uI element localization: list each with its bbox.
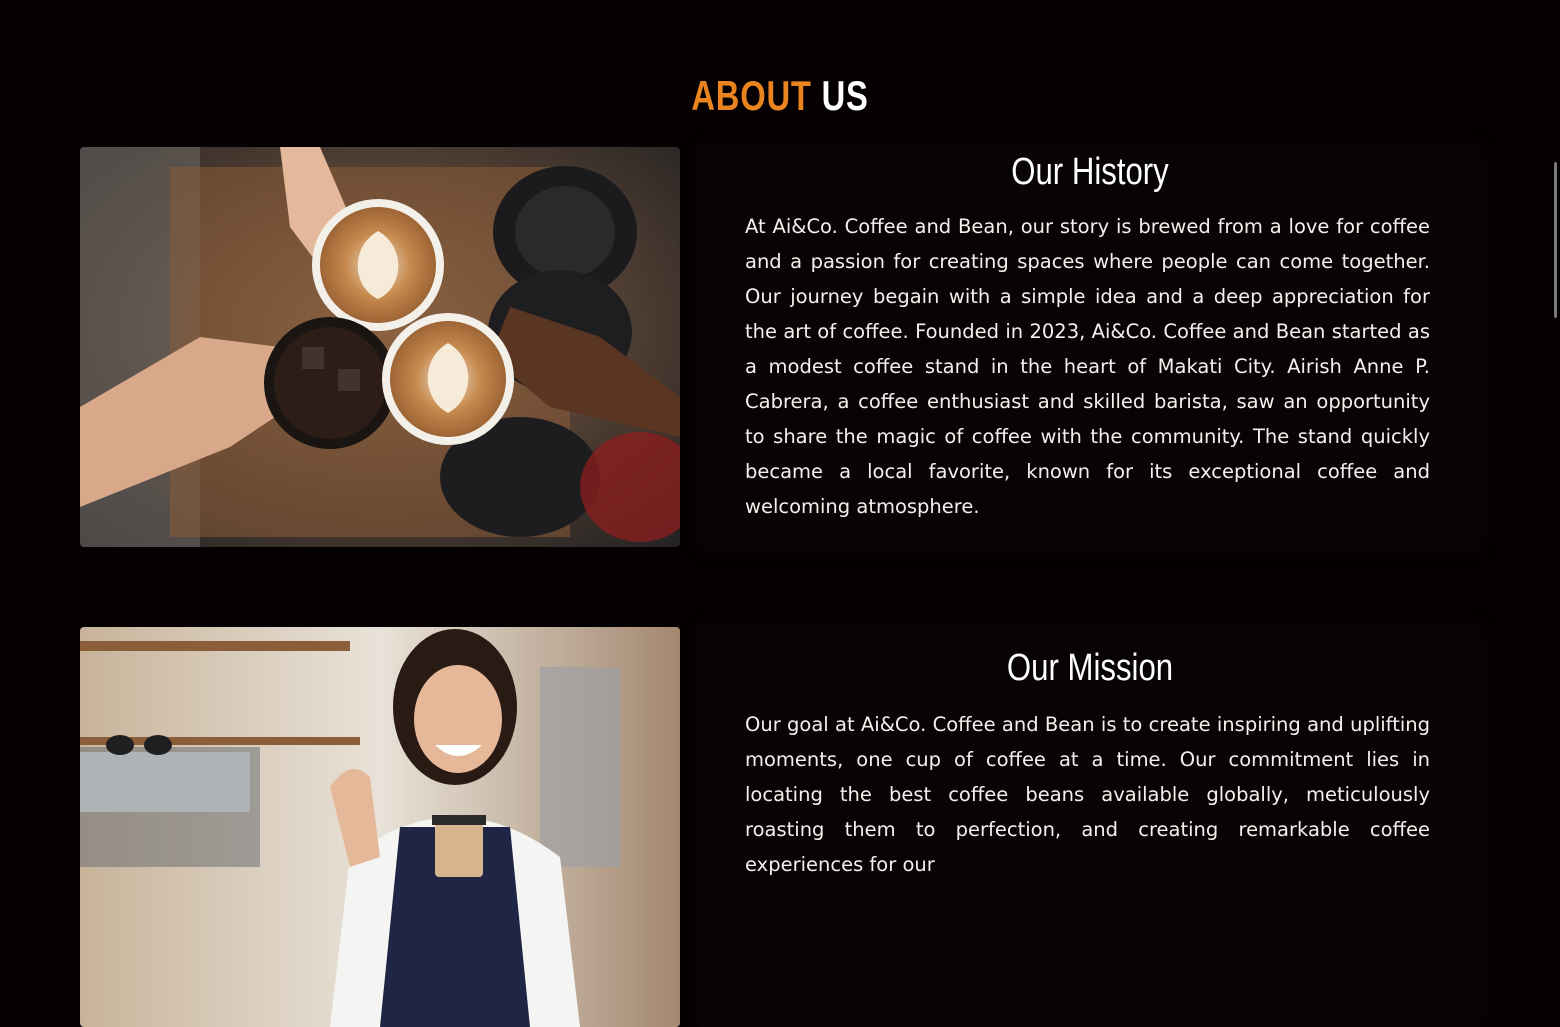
mission-body: Our goal at Ai&Co. Coffee and Bean is to…: [745, 713, 1430, 876]
history-body: At Ai&Co. Coffee and Bean, our story is …: [745, 215, 1430, 518]
coffee-cups-toast-image: [80, 147, 680, 547]
page-title: ABOUT US: [172, 72, 1389, 120]
page-title-accent: ABOUT: [691, 72, 812, 120]
smiling-barista-image: [80, 627, 680, 1027]
mission-panel: Our Mission Our goal at Ai&Co. Coffee an…: [700, 627, 1480, 1027]
mission-card: Our Mission Our goal at Ai&Co. Coffee an…: [80, 627, 1480, 1027]
history-heading: Our History: [1011, 151, 1169, 193]
history-panel: Our History At Ai&Co. Coffee and Bean, o…: [700, 147, 1480, 547]
mission-heading: Our Mission: [1006, 647, 1174, 689]
page-title-rest: US: [821, 72, 869, 120]
history-card: Our History At Ai&Co. Coffee and Bean, o…: [80, 147, 1480, 547]
scrollbar-thumb[interactable]: [1554, 162, 1557, 318]
history-photo: [80, 147, 680, 547]
mission-photo: [80, 627, 680, 1027]
